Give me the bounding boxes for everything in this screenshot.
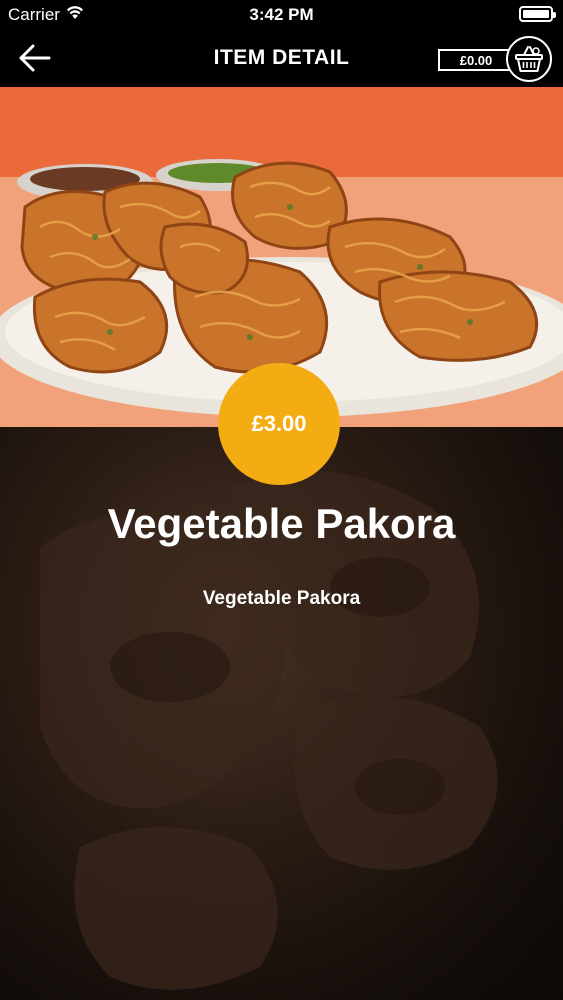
item-name: Vegetable Pakora xyxy=(107,500,456,547)
cart-total-label[interactable]: £0.00 xyxy=(438,49,514,71)
price-badge: £3.00 xyxy=(218,363,340,485)
cart-button[interactable] xyxy=(506,36,552,82)
basket-icon xyxy=(515,46,543,72)
status-bar: Carrier 3:42 PM xyxy=(0,0,563,30)
item-detail-screen: Carrier 3:42 PM ITEM DETAIL £0.00 £3.00 … xyxy=(0,0,563,1000)
battery-icon xyxy=(519,6,556,22)
navigation-bar: ITEM DETAIL £0.00 xyxy=(0,30,563,87)
item-description: Vegetable Pakora xyxy=(202,588,361,609)
status-time: 3:42 PM xyxy=(249,5,314,24)
